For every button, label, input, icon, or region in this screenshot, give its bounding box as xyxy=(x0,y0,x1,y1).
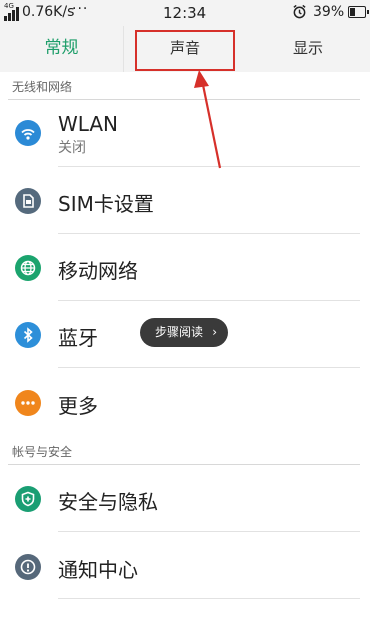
settings-item-more[interactable]: 更多 xyxy=(0,368,370,435)
clock: 12:34 xyxy=(163,4,207,22)
settings-item-title: 通知中心 xyxy=(58,558,138,582)
sim-card-icon xyxy=(15,188,41,214)
section-header-label: 帐号与安全 xyxy=(12,445,73,459)
more-notifications-icon: ··· xyxy=(72,1,89,17)
network-speed: 0.76K/s xyxy=(22,4,75,20)
step-reading-tooltip[interactable]: 步骤阅读 › xyxy=(140,318,228,347)
settings-item-title: WLAN xyxy=(58,112,119,136)
chevron-right-icon: › xyxy=(212,325,217,339)
section-header-wireless: 无线和网络 xyxy=(0,78,370,100)
section-header-label: 无线和网络 xyxy=(12,80,73,94)
bluetooth-icon xyxy=(15,322,41,348)
wifi-icon xyxy=(15,120,41,146)
tab-general[interactable]: 常规 xyxy=(0,26,123,72)
tab-display[interactable]: 显示 xyxy=(246,26,370,72)
shield-icon xyxy=(15,486,41,512)
tooltip-label: 步骤阅读 xyxy=(155,325,204,339)
battery-percent: 39% xyxy=(313,4,345,20)
notification-icon xyxy=(15,554,41,580)
status-bar: 4G 0.76K/s ··· 12:34 39% xyxy=(0,0,370,26)
settings-item-security-privacy[interactable]: 安全与隐私 xyxy=(0,465,370,532)
settings-item-title: 安全与隐私 xyxy=(58,490,158,514)
settings-item-subtitle: 关闭 xyxy=(58,140,86,156)
signal-icon: 4G xyxy=(4,2,20,21)
more-icon xyxy=(15,390,41,416)
annotation-highlight-box xyxy=(135,30,235,71)
alarm-icon xyxy=(292,4,307,23)
settings-item-wlan[interactable]: WLAN 关闭 xyxy=(0,100,370,167)
section-header-account-security: 帐号与安全 xyxy=(0,443,370,465)
settings-item-title: 更多 xyxy=(58,394,98,418)
settings-item-notification-center[interactable]: 通知中心 xyxy=(0,532,370,599)
settings-item-title: SIM卡设置 xyxy=(58,192,154,216)
settings-item-sim-card[interactable]: SIM卡设置 xyxy=(0,167,370,234)
globe-icon xyxy=(15,255,41,281)
network-type: 4G xyxy=(4,2,14,10)
settings-item-title: 蓝牙 xyxy=(58,326,98,350)
battery-icon xyxy=(348,6,369,18)
settings-item-title: 移动网络 xyxy=(58,259,138,283)
settings-item-mobile-network[interactable]: 移动网络 xyxy=(0,234,370,301)
